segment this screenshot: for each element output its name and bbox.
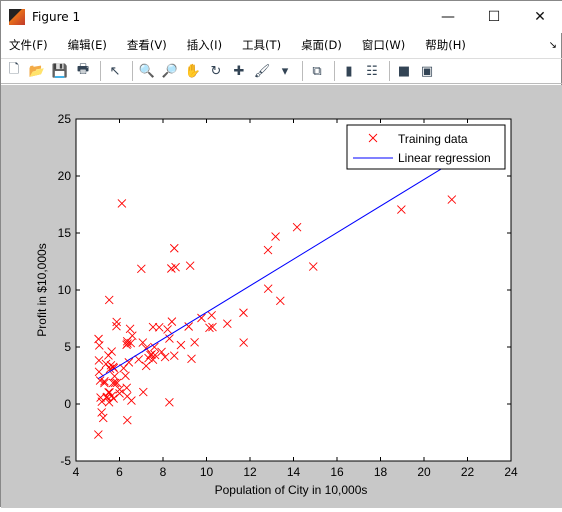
open-icon[interactable]: 📂 — [27, 61, 47, 81]
minimize-button[interactable]: — — [425, 1, 471, 33]
x-tick-label: 14 — [287, 465, 301, 479]
menu-window[interactable]: 窗口(W) — [362, 37, 405, 53]
rotate-icon[interactable]: ↻ — [206, 61, 226, 81]
x-tick-label: 18 — [374, 465, 388, 479]
scatter-plot: 4 6 8 10 12 14 16 18 20 22 24 -5 0 5 10 15 20 25 Populati… — [35, 112, 518, 497]
new-figure-icon[interactable]: 🗋 — [4, 61, 24, 81]
legend[interactable]: Training data Linear regression — [346, 124, 506, 170]
legend-label-training: Training data — [398, 132, 468, 146]
link-icon[interactable]: ⧉ — [307, 61, 327, 81]
toolbar-separator — [100, 61, 101, 81]
save-icon[interactable]: 💾 — [50, 61, 70, 81]
toolbar-separator — [132, 61, 133, 81]
maximize-button[interactable]: ☐ — [471, 1, 517, 33]
print-icon[interactable]: 🖶 — [73, 61, 93, 81]
menu-help[interactable]: 帮助(H) — [425, 37, 466, 53]
dock-arrow-icon[interactable]: ↘ — [549, 40, 557, 51]
dropdown-icon[interactable]: ▾ — [275, 61, 295, 81]
figure-canvas: 4 6 8 10 12 14 16 18 20 22 24 -5 0 5 10 15 20 25 Populati… — [1, 85, 562, 508]
toolbar-separator — [334, 61, 335, 81]
legend-label-regression: Linear regression — [398, 151, 491, 165]
y-tick-label: 20 — [58, 169, 72, 183]
colorbar-icon[interactable]: ▮ — [339, 61, 359, 81]
toolbar-separator — [302, 61, 303, 81]
pan-icon[interactable]: ✋ — [183, 61, 203, 81]
x-tick-label: 6 — [116, 465, 123, 479]
matlab-icon — [9, 9, 25, 25]
x-tick-label: 24 — [504, 465, 518, 479]
brush-icon[interactable]: 🖌 — [252, 61, 272, 81]
pointer-icon[interactable]: ↖ — [105, 61, 125, 81]
menu-tools[interactable]: 工具(T) — [242, 37, 281, 53]
y-tick-label: 15 — [58, 226, 72, 240]
menu-edit[interactable]: 编辑(E) — [68, 37, 107, 53]
x-axis-label: Population of City in 10,000s — [215, 483, 368, 497]
menu-insert[interactable]: 插入(I) — [187, 37, 222, 53]
y-tick-label: 10 — [58, 283, 72, 297]
title-bar: Figure 1 — ☐ ✕ — [1, 1, 562, 33]
axes-box — [75, 118, 512, 462]
toolbar: 🗋 📂 💾 🖶 ↖ 🔍 🔎 ✋ ↻ ✚ 🖌 ▾ ⧉ ▮ ☷ ■ ▣ — [1, 58, 562, 84]
menu-desktop[interactable]: 桌面(D) — [301, 37, 342, 53]
y-axis-label: Profit in $10,000s — [35, 243, 49, 336]
y-tick-label: 5 — [64, 340, 71, 354]
window-title: Figure 1 — [32, 10, 81, 24]
x-tick-label: 10 — [200, 465, 214, 479]
show-tools-icon[interactable]: ▣ — [417, 61, 437, 81]
x-tick-label: 22 — [461, 465, 475, 479]
menu-view[interactable]: 查看(V) — [127, 37, 167, 53]
data-cursor-icon[interactable]: ✚ — [229, 61, 249, 81]
close-button[interactable]: ✕ — [517, 1, 562, 33]
zoom-in-icon[interactable]: 🔍 — [137, 61, 157, 81]
hide-tools-icon[interactable]: ■ — [394, 61, 414, 81]
y-tick-label: -5 — [60, 454, 71, 468]
y-tick-label: 25 — [58, 112, 72, 126]
menu-bar: 文件(F) 编辑(E) 查看(V) 插入(I) 工具(T) 桌面(D) 窗口(W… — [1, 33, 562, 57]
zoom-out-icon[interactable]: 🔎 — [160, 61, 180, 81]
toolbar-separator — [389, 61, 390, 81]
x-tick-label: 8 — [160, 465, 167, 479]
menu-file[interactable]: 文件(F) — [9, 37, 48, 53]
x-tick-label: 12 — [243, 465, 257, 479]
y-tick-label: 0 — [64, 397, 71, 411]
legend-icon[interactable]: ☷ — [362, 61, 382, 81]
x-tick-label: 20 — [417, 465, 431, 479]
x-tick-label: 4 — [73, 465, 80, 479]
x-tick-label: 16 — [330, 465, 344, 479]
